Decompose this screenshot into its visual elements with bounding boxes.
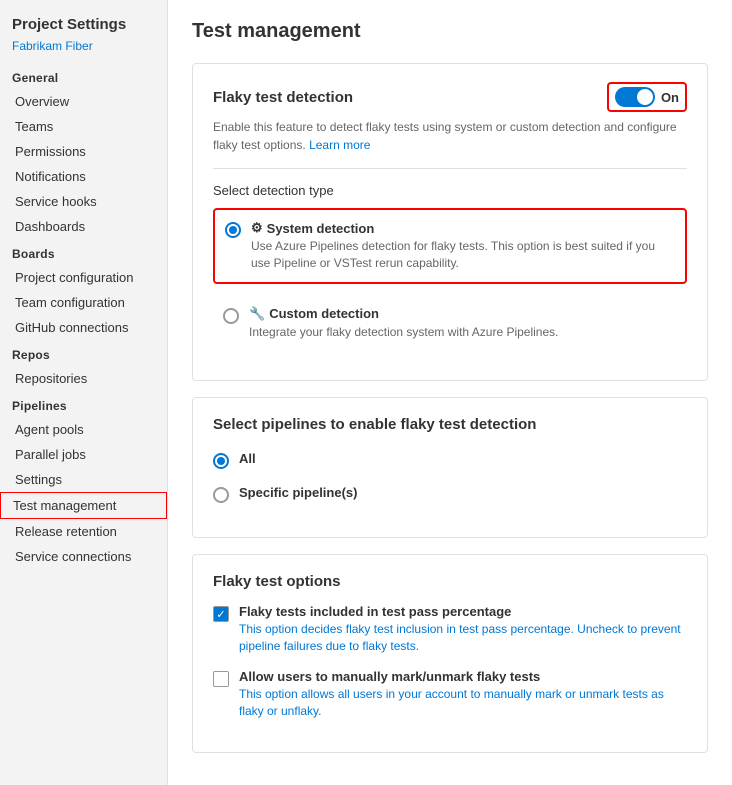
main-content: Test management Flaky test detection On … [168, 0, 732, 785]
sidebar-section-general: General Overview Teams Permissions Notif… [0, 63, 167, 239]
system-detection-option[interactable]: ⚙ System detection Use Azure Pipelines d… [213, 208, 687, 284]
system-detection-radio[interactable] [225, 222, 241, 238]
flaky-toggle-switch[interactable] [615, 87, 655, 107]
flaky-detection-header: Flaky test detection On [213, 82, 687, 112]
toggle-thumb [637, 89, 653, 105]
flaky-desc-text: Enable this feature to detect flaky test… [213, 120, 677, 152]
system-detection-title: ⚙ System detection [251, 220, 675, 236]
flaky-options-title: Flaky test options [213, 573, 687, 590]
flaky-detection-description: Enable this feature to detect flaky test… [213, 118, 687, 154]
select-pipelines-title: Select pipelines to enable flaky test de… [213, 416, 687, 433]
sidebar-section-label-boards: Boards [0, 239, 167, 265]
include-pass-desc: This option decides flaky test inclusion… [239, 621, 687, 655]
allow-manual-checkbox[interactable] [213, 671, 229, 687]
flaky-options-card: Flaky test options ✓ Flaky tests include… [192, 554, 708, 752]
pipeline-options: All Specific pipeline(s) [213, 447, 687, 507]
sidebar-section-label-general: General [0, 63, 167, 89]
sidebar-item-agent-pools[interactable]: Agent pools [0, 417, 167, 442]
all-pipelines-label: All [239, 451, 687, 466]
sidebar-item-repositories[interactable]: Repositories [0, 366, 167, 391]
sidebar-item-team-configuration[interactable]: Team configuration [0, 290, 167, 315]
sidebar-item-release-retention[interactable]: Release retention [0, 519, 167, 544]
sidebar-item-service-hooks[interactable]: Service hooks [0, 189, 167, 214]
specific-pipelines-radio[interactable] [213, 487, 229, 503]
allow-manual-desc: This option allows all users in your acc… [239, 686, 687, 720]
specific-pipelines-option[interactable]: Specific pipeline(s) [213, 481, 687, 507]
page-title: Test management [192, 20, 708, 43]
custom-detection-radio[interactable] [223, 308, 239, 324]
custom-detection-icon: 🔧 [249, 306, 265, 322]
toggle-track [615, 87, 655, 107]
allow-manual-content: Allow users to manually mark/unmark flak… [239, 669, 687, 720]
sidebar-item-github-connections[interactable]: GitHub connections [0, 315, 167, 340]
include-pass-checkbox[interactable]: ✓ [213, 606, 229, 622]
detection-type-label: Select detection type [213, 183, 687, 198]
flaky-detection-title: Flaky test detection [213, 89, 353, 106]
system-detection-desc: Use Azure Pipelines detection for flaky … [251, 238, 675, 272]
sidebar-item-notifications[interactable]: Notifications [0, 164, 167, 189]
select-pipelines-card: Select pipelines to enable flaky test de… [192, 397, 708, 538]
flaky-toggle-container[interactable]: On [607, 82, 687, 112]
specific-pipelines-content: Specific pipeline(s) [239, 485, 687, 500]
sidebar-section-boards: Boards Project configuration Team config… [0, 239, 167, 340]
custom-detection-desc: Integrate your flaky detection system wi… [249, 324, 677, 341]
sidebar-item-overview[interactable]: Overview [0, 89, 167, 114]
toggle-label: On [661, 90, 679, 105]
sidebar-section-label-pipelines: Pipelines [0, 391, 167, 417]
flaky-detection-card: Flaky test detection On Enable this feat… [192, 63, 708, 381]
flaky-checkboxes: ✓ Flaky tests included in test pass perc… [213, 604, 687, 719]
custom-detection-option[interactable]: 🔧 Custom detection Integrate your flaky … [213, 296, 687, 351]
sidebar-item-permissions[interactable]: Permissions [0, 139, 167, 164]
sidebar-org[interactable]: Fabrikam Fiber [0, 37, 167, 63]
sidebar-item-parallel-jobs[interactable]: Parallel jobs [0, 442, 167, 467]
learn-more-link[interactable]: Learn more [309, 138, 370, 152]
sidebar-section-label-repos: Repos [0, 340, 167, 366]
sidebar-item-project-configuration[interactable]: Project configuration [0, 265, 167, 290]
system-detection-content: ⚙ System detection Use Azure Pipelines d… [251, 220, 675, 272]
allow-manual-title: Allow users to manually mark/unmark flak… [239, 669, 687, 684]
sidebar-item-settings[interactable]: Settings [0, 467, 167, 492]
include-pass-title: Flaky tests included in test pass percen… [239, 604, 687, 619]
sidebar-item-teams[interactable]: Teams [0, 114, 167, 139]
sidebar: Project Settings Fabrikam Fiber General … [0, 0, 168, 785]
custom-detection-title: 🔧 Custom detection [249, 306, 677, 322]
include-pass-option[interactable]: ✓ Flaky tests included in test pass perc… [213, 604, 687, 655]
check-mark: ✓ [216, 608, 225, 621]
custom-detection-content: 🔧 Custom detection Integrate your flaky … [249, 306, 677, 341]
all-pipelines-content: All [239, 451, 687, 466]
sidebar-item-dashboards[interactable]: Dashboards [0, 214, 167, 239]
sidebar-title: Project Settings [0, 10, 167, 37]
include-pass-content: Flaky tests included in test pass percen… [239, 604, 687, 655]
allow-manual-option[interactable]: Allow users to manually mark/unmark flak… [213, 669, 687, 720]
all-pipelines-radio[interactable] [213, 453, 229, 469]
specific-pipelines-label: Specific pipeline(s) [239, 485, 687, 500]
sidebar-section-pipelines: Pipelines Agent pools Parallel jobs Sett… [0, 391, 167, 569]
system-detection-icon: ⚙ [251, 220, 263, 236]
sidebar-item-test-management[interactable]: Test management [0, 492, 167, 519]
sidebar-section-repos: Repos Repositories [0, 340, 167, 391]
all-pipelines-option[interactable]: All [213, 447, 687, 473]
divider-1 [213, 168, 687, 169]
sidebar-item-service-connections[interactable]: Service connections [0, 544, 167, 569]
